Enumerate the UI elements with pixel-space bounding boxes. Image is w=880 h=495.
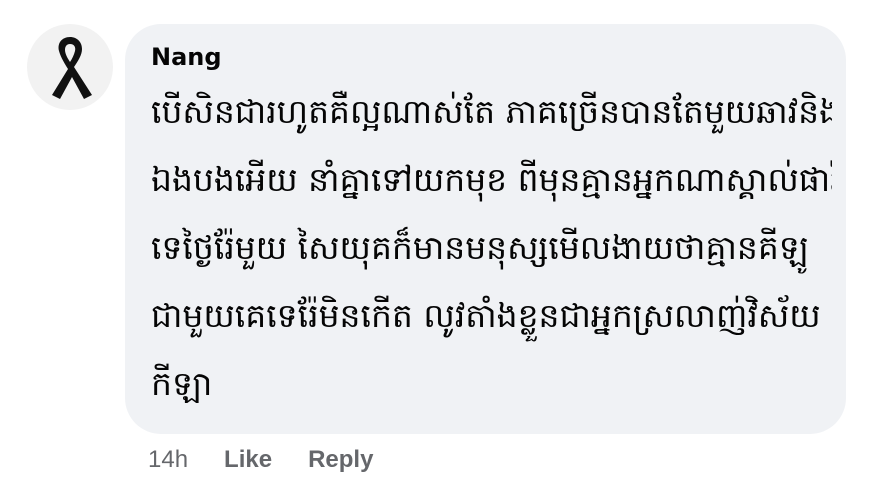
comment-author[interactable]: Nang: [151, 40, 832, 74]
comment: Nang បើសិនជារហូតគឺល្អណាស់តែ ភាគច្រើនបានត…: [0, 0, 880, 495]
comment-line: បើសិនជារហូតគឺល្អណាស់តែ ភាគច្រើនបានតែមួយឆ…: [151, 92, 832, 131]
avatar[interactable]: [27, 24, 113, 110]
comment-line: កីឡា: [151, 364, 213, 403]
comment-line: ជាមួយគេទេរ៉ែមិនកើត លូវតាំងខ្លួនជាអ្នកស្រ…: [151, 296, 821, 335]
comment-timestamp[interactable]: 14h: [148, 446, 188, 474]
black-ribbon-icon: [52, 37, 92, 99]
reply-button[interactable]: Reply: [308, 446, 373, 474]
comment-body: បើសិនជារហូតគឺល្អណាស់តែ ភាគច្រើនបានតែមួយឆ…: [151, 78, 832, 418]
like-button[interactable]: Like: [224, 446, 272, 474]
comment-actions: 14h Like Reply: [148, 446, 373, 474]
comment-bubble: Nang បើសិនជារហូតគឺល្អណាស់តែ ភាគច្រើនបានត…: [125, 24, 846, 434]
comment-line: ទេថ្ងៃរ៉ែមួយ សៃយុគក៏មានមនុស្សមើលងាយថាគ្ម…: [151, 228, 809, 267]
comment-line: ឯងបងអើយ នាំគ្នាទៅយកមុខ ពីមុនគ្មានអ្នកណាស…: [151, 160, 832, 199]
